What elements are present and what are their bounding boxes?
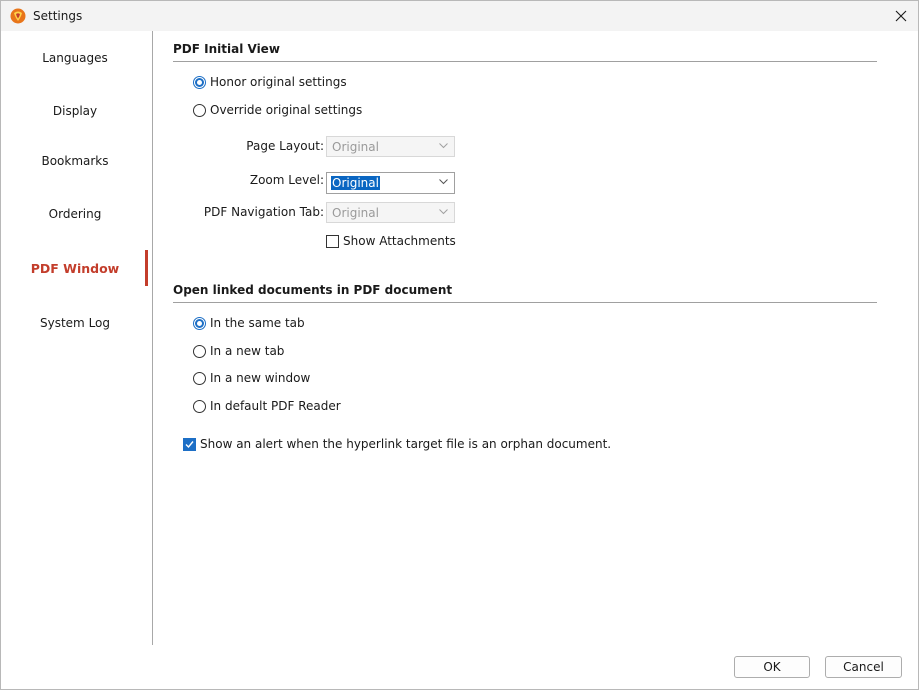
sidebar-item-label: Languages [42,51,108,65]
radio-indicator [193,399,206,413]
radio-label: In a new window [210,371,311,385]
radio-label: In the same tab [210,316,305,330]
nav-tab-select[interactable]: Original [326,202,455,223]
default-reader-radio[interactable]: In default PDF Reader [193,398,341,414]
checkbox-label: Show an alert when the hyperlink target … [200,437,612,451]
ok-button[interactable]: OK [734,656,810,678]
checkbox-label: Show Attachments [343,234,456,248]
page-layout-select[interactable]: Original [326,136,455,157]
radio-label: Override original settings [210,103,363,117]
radio-indicator [193,103,206,117]
sidebar-item-label: Bookmarks [41,154,109,168]
select-value: Original [332,205,379,220]
sidebar-item-display[interactable]: Display [1,94,149,128]
chevron-down-icon [439,143,448,149]
close-button[interactable] [884,1,918,31]
sidebar-item-label: Ordering [48,207,102,221]
override-original-radio[interactable]: Override original settings [193,102,362,118]
zoom-level-select[interactable]: Original [326,172,455,194]
radio-indicator [193,75,206,89]
show-attachments-checkbox[interactable]: Show Attachments [326,233,456,249]
checkbox-indicator [183,437,196,451]
zoom-level-label: Zoom Level: [249,173,324,187]
select-value: Original [331,176,380,190]
sidebar-item-ordering[interactable]: Ordering [1,197,149,231]
checkmark-icon [185,440,194,448]
divider [173,302,877,303]
window-title: Settings [33,9,83,23]
cancel-button[interactable]: Cancel [825,656,902,678]
close-icon [895,10,907,22]
new-window-radio[interactable]: In a new window [193,370,310,386]
divider [173,61,877,62]
checkbox-indicator [326,234,339,248]
sidebar-item-label: PDF Window [30,260,120,276]
chevron-down-icon [439,209,448,215]
app-logo-icon [10,8,26,24]
settings-dialog: Settings Languages Display Bookmarks Ord… [0,0,919,690]
sidebar-item-pdf-window[interactable]: PDF Window [1,251,149,285]
same-tab-radio[interactable]: In the same tab [193,315,305,331]
radio-indicator [193,344,206,358]
new-tab-radio[interactable]: In a new tab [193,343,284,359]
settings-sidebar: Languages Display Bookmarks Ordering PDF… [1,31,153,645]
select-value: Original [332,139,379,154]
radio-label: In a new tab [210,344,285,358]
honor-original-radio[interactable]: Honor original settings [193,74,347,90]
orphan-alert-checkbox[interactable]: Show an alert when the hyperlink target … [183,436,611,452]
sidebar-item-languages[interactable]: Languages [1,41,149,75]
sidebar-item-bookmarks[interactable]: Bookmarks [1,144,149,178]
section-title-initial-view: PDF Initial View [173,42,280,56]
chevron-down-icon [439,179,448,185]
radio-label: In default PDF Reader [210,399,341,413]
section-title-linked-docs: Open linked documents in PDF document [173,283,453,297]
sidebar-item-system-log[interactable]: System Log [1,306,149,340]
title-bar: Settings [1,1,918,31]
nav-tab-label: PDF Navigation Tab: [203,205,324,219]
active-indicator [145,250,148,286]
radio-label: Honor original settings [210,75,347,89]
sidebar-item-label: System Log [40,316,110,330]
radio-indicator [193,316,206,330]
sidebar-item-label: Display [52,104,98,118]
radio-indicator [193,371,206,385]
page-layout-label: Page Layout: [246,139,324,153]
